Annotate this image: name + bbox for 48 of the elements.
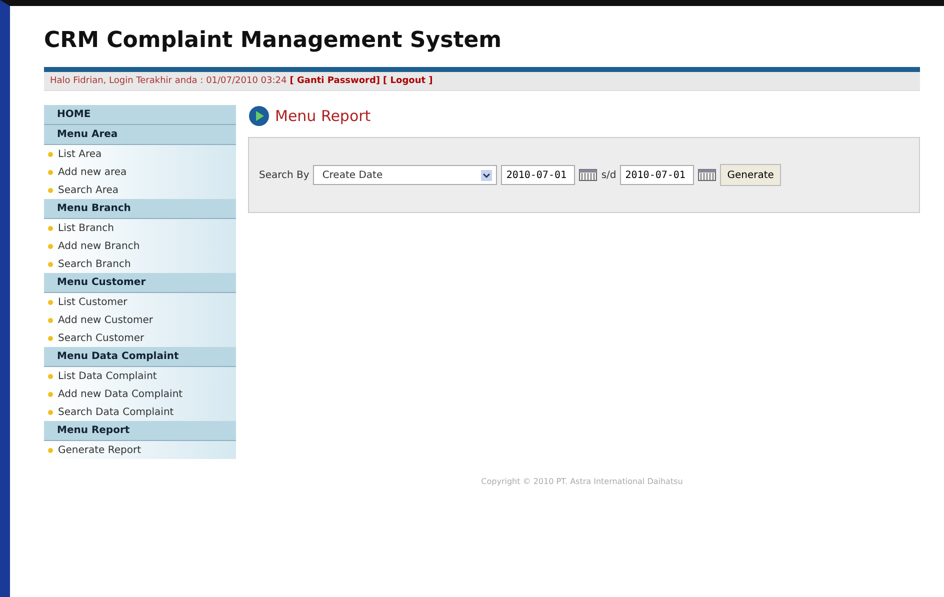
bullet-icon xyxy=(48,244,53,249)
menu-header[interactable]: Menu Report xyxy=(44,421,236,441)
menu-header[interactable]: Menu Branch xyxy=(44,199,236,219)
login-info: Halo Fidrian, Login Terakhir anda : 01/07/2010 03:24 xyxy=(50,76,287,86)
copyright-text: Copyright © 2010 PT. Astra International Daihatsu xyxy=(480,477,684,486)
dropdown-icon xyxy=(481,170,492,180)
bullet-icon xyxy=(48,410,53,415)
menu-item[interactable]: Search Area xyxy=(44,181,236,199)
menu-item[interactable]: List Branch xyxy=(44,219,236,237)
calendar-icon[interactable] xyxy=(698,169,716,181)
menu-header[interactable]: Menu Area xyxy=(44,125,236,145)
bullet-icon xyxy=(48,318,53,323)
menu-item[interactable]: Add new Customer xyxy=(44,311,236,329)
menu-item[interactable]: List Data Complaint xyxy=(44,367,236,385)
menu-item[interactable]: Add new Data Complaint xyxy=(44,385,236,403)
generate-button[interactable]: Generate xyxy=(720,164,781,186)
menu-item[interactable]: List Customer xyxy=(44,293,236,311)
play-icon xyxy=(248,105,270,127)
search-label: Search By xyxy=(259,170,310,180)
header-link[interactable]: [ Logout ] xyxy=(383,76,433,86)
bullet-icon xyxy=(48,300,53,305)
calendar-icon[interactable] xyxy=(579,169,598,181)
menu-item[interactable]: Search Branch xyxy=(44,255,236,273)
bullet-icon xyxy=(48,226,53,231)
bullet-icon xyxy=(48,448,53,453)
menu-item[interactable]: Search Data Complaint xyxy=(44,403,236,421)
header-link[interactable]: [ Ganti Password] xyxy=(290,76,380,86)
search-by-dropdown[interactable]: Create Date xyxy=(313,165,498,185)
date-from-field[interactable]: 2010-07-01 xyxy=(501,165,576,185)
menu-item[interactable]: List Area xyxy=(44,145,236,163)
menu-header[interactable]: Menu Customer xyxy=(44,273,236,293)
bullet-icon xyxy=(48,188,53,193)
menu-item[interactable]: Add new area xyxy=(44,163,236,181)
bullet-icon xyxy=(48,152,53,157)
menu-header[interactable]: HOME xyxy=(44,105,236,125)
site-title: CRM Complaint Management System xyxy=(44,28,503,53)
menu-item[interactable]: Add new Branch xyxy=(44,237,236,255)
bullet-icon xyxy=(48,262,53,267)
separator-label: s/d xyxy=(601,170,616,180)
bullet-icon xyxy=(48,336,53,341)
menu-item[interactable]: Generate Report xyxy=(44,441,236,459)
date-to-field[interactable]: 2010-07-01 xyxy=(620,165,694,185)
menu-header[interactable]: Menu Data Complaint xyxy=(44,347,236,367)
bullet-icon xyxy=(48,392,53,397)
menu-item[interactable]: Search Customer xyxy=(44,329,236,347)
page-title: Menu Report xyxy=(275,107,371,125)
bullet-icon xyxy=(48,374,53,379)
bullet-icon xyxy=(48,170,53,175)
